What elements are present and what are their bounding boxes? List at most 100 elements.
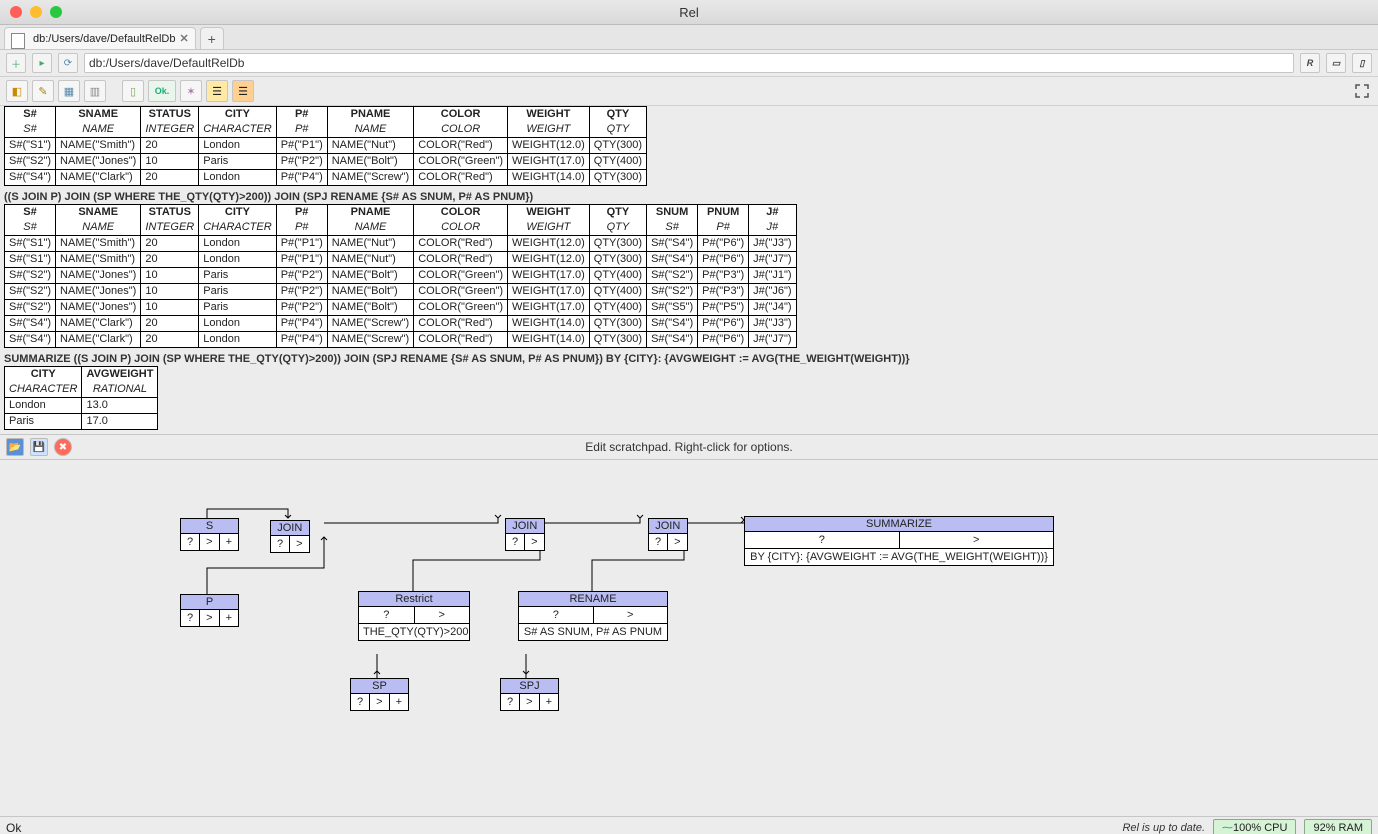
- add-tab-button[interactable]: +: [200, 27, 224, 49]
- cell: NAME("Screw"): [327, 332, 413, 348]
- cell: Paris: [199, 154, 276, 170]
- table-row: London13.0: [5, 398, 158, 414]
- cell: NAME("Nut"): [327, 138, 413, 154]
- node-join-1-gt[interactable]: >: [290, 536, 308, 552]
- rel-mode-icon[interactable]: R: [1300, 53, 1320, 73]
- cell: 10: [141, 284, 199, 300]
- node-spj-q[interactable]: ?: [501, 694, 520, 710]
- tab-label: db:/Users/dave/DefaultRelDb: [33, 33, 175, 45]
- node-p-gt[interactable]: >: [200, 610, 219, 626]
- node-spj-plus[interactable]: +: [540, 694, 558, 710]
- fullscreen-icon[interactable]: [1352, 81, 1372, 101]
- cell: London: [199, 138, 276, 154]
- cell: QTY(300): [589, 252, 646, 268]
- cell: S#("S5"): [647, 300, 698, 316]
- node-p[interactable]: P ? > +: [180, 594, 239, 627]
- node-summarize[interactable]: SUMMARIZE ? > BY {CITY}: {AVGWEIGHT := A…: [744, 516, 1054, 566]
- node-rename-q[interactable]: ?: [519, 607, 594, 623]
- node-rename-label: RENAME: [519, 592, 667, 607]
- refresh-button[interactable]: ⟳: [58, 53, 78, 73]
- col-header: SNAMENAME: [56, 107, 141, 138]
- col-header: CITYCHARACTER: [199, 107, 276, 138]
- node-restrict-q[interactable]: ?: [359, 607, 415, 623]
- wand-tool-icon[interactable]: ✎: [32, 80, 54, 102]
- node-join-3[interactable]: JOIN ? >: [648, 518, 688, 551]
- cell: S#("S4"): [5, 332, 56, 348]
- burst-tool-icon[interactable]: ✶: [180, 80, 202, 102]
- cell: J#("J1"): [749, 268, 796, 284]
- node-join-1[interactable]: JOIN ? >: [270, 520, 310, 553]
- node-join-2[interactable]: JOIN ? >: [505, 518, 545, 551]
- cell: QTY(300): [589, 332, 646, 348]
- scratchpad-toolbar: 📂 💾 ✖ Edit scratchpad. Right-click for o…: [0, 434, 1378, 460]
- layout-icon-1[interactable]: ▭: [1326, 53, 1346, 73]
- layout-icon-2[interactable]: ▯: [1352, 53, 1372, 73]
- node-join-2-q[interactable]: ?: [506, 534, 525, 550]
- node-s-plus[interactable]: +: [220, 534, 238, 550]
- node-spj-label: SPJ: [501, 679, 558, 694]
- node-s-label: S: [181, 519, 238, 534]
- close-tab-icon[interactable]: ✕: [179, 32, 188, 45]
- scratchpad-canvas[interactable]: S ? > + P ? > + JOIN ? > SP: [0, 460, 1378, 790]
- cell: QTY(300): [589, 138, 646, 154]
- node-s-q[interactable]: ?: [181, 534, 200, 550]
- doc-tool-icon[interactable]: ▯: [122, 80, 144, 102]
- col-header: PNAMENAME: [327, 107, 413, 138]
- db-tab[interactable]: db:/Users/dave/DefaultRelDb ✕: [4, 27, 196, 49]
- box-tool-icon[interactable]: ◧: [6, 80, 28, 102]
- col-header: PNUMP#: [698, 205, 749, 236]
- cell: 10: [141, 268, 199, 284]
- new-db-button[interactable]: ＋: [6, 53, 26, 73]
- node-s[interactable]: S ? > +: [180, 518, 239, 551]
- note-tool-icon[interactable]: ☰: [206, 80, 228, 102]
- results-area: S#S#SNAMENAMESTATUSINTEGERCITYCHARACTERP…: [0, 106, 1378, 816]
- cell: QTY(300): [589, 236, 646, 252]
- cell: NAME("Jones"): [56, 154, 141, 170]
- cell: NAME("Jones"): [56, 268, 141, 284]
- cell: P#("P5"): [698, 300, 749, 316]
- cell: NAME("Jones"): [56, 284, 141, 300]
- node-summarize-gt[interactable]: >: [900, 532, 1054, 548]
- cell: NAME("Bolt"): [327, 268, 413, 284]
- ok-button[interactable]: Ok.: [148, 80, 176, 102]
- node-sp-gt[interactable]: >: [370, 694, 389, 710]
- node-join-1-q[interactable]: ?: [271, 536, 290, 552]
- node-restrict-gt[interactable]: >: [415, 607, 470, 623]
- path-input[interactable]: db:/Users/dave/DefaultRelDb: [84, 53, 1294, 73]
- node-s-gt[interactable]: >: [200, 534, 219, 550]
- cell: NAME("Bolt"): [327, 300, 413, 316]
- col-header: P#P#: [276, 107, 327, 138]
- cell: COLOR("Red"): [414, 138, 508, 154]
- node-p-plus[interactable]: +: [220, 610, 238, 626]
- note2-tool-icon[interactable]: ☰: [232, 80, 254, 102]
- node-p-q[interactable]: ?: [181, 610, 200, 626]
- table-tool-icon[interactable]: ▥: [84, 80, 106, 102]
- node-sp-plus[interactable]: +: [390, 694, 408, 710]
- grid-tool-icon[interactable]: ▦: [58, 80, 80, 102]
- node-rename-gt[interactable]: >: [594, 607, 668, 623]
- cell: NAME("Nut"): [327, 252, 413, 268]
- cell: J#("J4"): [749, 300, 796, 316]
- node-join-3-q[interactable]: ?: [649, 534, 668, 550]
- cell: S#("S2"): [5, 300, 56, 316]
- cell: London: [199, 252, 276, 268]
- query-toolbar: ◧ ✎ ▦ ▥ ▯ Ok. ✶ ☰ ☰: [0, 77, 1378, 106]
- node-spj-gt[interactable]: >: [520, 694, 539, 710]
- cell: WEIGHT(17.0): [508, 154, 590, 170]
- node-restrict[interactable]: Restrict ? > THE_QTY(QTY)>200: [358, 591, 470, 641]
- node-rename[interactable]: RENAME ? > S# AS SNUM, P# AS PNUM: [518, 591, 668, 641]
- cell: COLOR("Green"): [414, 154, 508, 170]
- table-row: S#("S4")NAME("Clark")20LondonP#("P4")NAM…: [5, 170, 647, 186]
- cell: COLOR("Red"): [414, 332, 508, 348]
- node-sp-q[interactable]: ?: [351, 694, 370, 710]
- node-sp[interactable]: SP ? > +: [350, 678, 409, 711]
- cell: S#("S4"): [647, 252, 698, 268]
- open-db-button[interactable]: ▸: [32, 53, 52, 73]
- node-join-2-gt[interactable]: >: [525, 534, 543, 550]
- cell: J#("J7"): [749, 332, 796, 348]
- node-summarize-q[interactable]: ?: [745, 532, 900, 548]
- node-spj[interactable]: SPJ ? > +: [500, 678, 559, 711]
- cell: QTY(300): [589, 170, 646, 186]
- cell: Paris: [199, 284, 276, 300]
- node-join-3-gt[interactable]: >: [668, 534, 686, 550]
